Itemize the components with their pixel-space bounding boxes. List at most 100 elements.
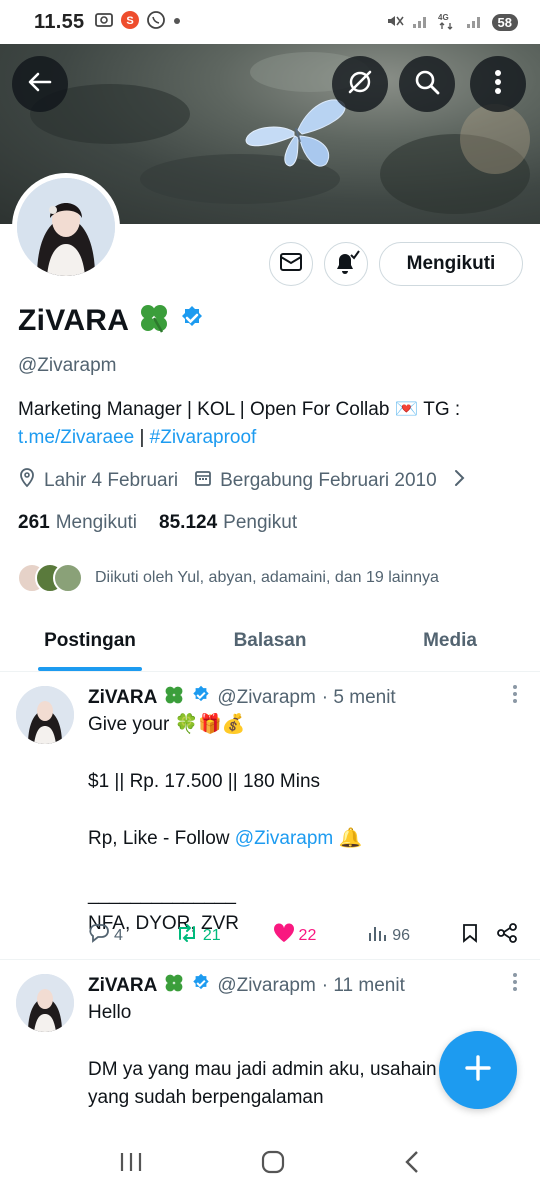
- more-vertical-icon: [512, 685, 518, 709]
- views-count: 96: [392, 926, 411, 944]
- tab-posts[interactable]: Postingan: [0, 610, 180, 671]
- bio-hashtag-link[interactable]: #Zivaraproof: [150, 427, 257, 448]
- svg-text:4G: 4G: [438, 13, 449, 22]
- bell-check-icon: [332, 249, 360, 280]
- post-author-name[interactable]: ZiVARA: [88, 975, 157, 997]
- post-extra-actions: [462, 922, 518, 949]
- chevron-right-icon[interactable]: [453, 469, 465, 493]
- message-button[interactable]: [269, 242, 313, 286]
- profile-name-row: ZiVARA: [18, 301, 205, 340]
- post-line: Hello: [88, 1002, 132, 1023]
- verified-badge-icon: [191, 685, 211, 711]
- compose-post-button[interactable]: [439, 1031, 517, 1109]
- home-button[interactable]: [260, 1149, 286, 1180]
- svg-text:S: S: [127, 15, 134, 27]
- reply-button[interactable]: 4: [88, 923, 123, 948]
- post-more-button[interactable]: [512, 972, 518, 998]
- system-icons: 4G 58: [386, 12, 518, 33]
- calendar-icon: [194, 469, 212, 493]
- post-mention-link[interactable]: @Zivarapm: [235, 828, 333, 849]
- like-button[interactable]: 22: [273, 923, 316, 948]
- profile-handle: @Zivarapm: [18, 355, 117, 376]
- joined-text: Bergabung Februari 2010: [220, 470, 437, 491]
- reply-count: 4: [114, 926, 123, 944]
- post-avatar[interactable]: [16, 686, 74, 744]
- clover-icon: [137, 301, 171, 340]
- post-text: Give your 🍀🎁💰 $1 || Rp. 17.500 || 180 Mi…: [88, 711, 528, 938]
- share-icon[interactable]: [496, 922, 518, 949]
- post-time: · 11 menit: [321, 975, 405, 996]
- post-avatar[interactable]: [16, 974, 74, 1032]
- post-line: $1 || Rp. 17.500 || 180 Mins: [88, 770, 321, 792]
- reply-icon: [88, 923, 110, 948]
- system-navigation-bar: [0, 1128, 540, 1200]
- tab-media[interactable]: Media: [360, 610, 540, 671]
- verified-badge-icon: [191, 973, 211, 999]
- post-line: Rp, Like - Follow @Zivarapm 🔔: [88, 827, 363, 849]
- back-nav-button[interactable]: [402, 1149, 422, 1180]
- grok-icon: [345, 67, 375, 102]
- network-4g-icon: 4G: [438, 12, 458, 33]
- search-icon: [413, 68, 441, 101]
- post-line: Give your 🍀🎁💰: [88, 714, 246, 735]
- location-pin-icon: [18, 468, 36, 494]
- bio-link-telegram[interactable]: t.me/Zivaraee: [18, 427, 134, 448]
- mute-icon: [386, 12, 404, 33]
- more-vertical-icon: [512, 973, 518, 997]
- signal-icon-2: [466, 13, 484, 32]
- tab-replies[interactable]: Balasan: [180, 610, 360, 671]
- repost-button[interactable]: 21: [175, 923, 221, 948]
- follow-stats: 261 Mengikuti 85.124 Pengikut: [18, 512, 297, 534]
- following-stat[interactable]: 261 Mengikuti: [18, 512, 137, 534]
- followed-by-row[interactable]: Diikuti oleh Yul, abyan, adamaini, dan 1…: [17, 563, 439, 593]
- signal-icon: [412, 13, 430, 32]
- post-author-name[interactable]: ZiVARA: [88, 687, 157, 709]
- followed-by-text: Diikuti oleh Yul, abyan, adamaini, dan 1…: [95, 569, 439, 586]
- post-item[interactable]: ZiVARA @Zivarapm · 5 menit Give your 🍀🎁💰…: [0, 672, 540, 960]
- notification-icons: S: [94, 10, 182, 35]
- dot-icon: [172, 13, 182, 31]
- shopee-icon: S: [120, 10, 140, 35]
- post-author-handle: @Zivarapm: [217, 687, 316, 708]
- back-button[interactable]: [12, 56, 68, 112]
- bio-separator: |: [139, 427, 145, 448]
- verified-badge-icon[interactable]: [179, 305, 205, 336]
- post-author-handle: @Zivarapm: [217, 975, 316, 996]
- clover-icon: [163, 972, 185, 1000]
- profile-bio: Marketing Manager | KOL | Open For Colla…: [18, 396, 528, 452]
- views-icon: [368, 924, 388, 947]
- views-button[interactable]: 96: [368, 924, 410, 947]
- butterfly-image: [245, 99, 346, 167]
- post-header: ZiVARA @Zivarapm · 11 menit: [88, 972, 405, 1000]
- clover-icon: [163, 684, 185, 712]
- display-name: ZiVARA: [18, 303, 130, 337]
- birthday-item: Lahir 4 Februari: [18, 468, 178, 494]
- profile-avatar[interactable]: [12, 173, 120, 281]
- more-options-button[interactable]: [470, 56, 526, 112]
- birthday-text: Lahir 4 Februari: [44, 470, 179, 491]
- status-time: 11.55: [34, 10, 85, 33]
- profile-tabs: Postingan Balasan Media: [0, 610, 540, 672]
- search-button[interactable]: [399, 56, 455, 112]
- post-line: ______________: [88, 884, 236, 906]
- following-button[interactable]: Mengikuti: [379, 242, 523, 286]
- followers-stat[interactable]: 85.124 Pengikut: [159, 512, 297, 534]
- arrow-left-icon: [26, 68, 54, 101]
- grok-button[interactable]: [332, 56, 388, 112]
- repost-count: 21: [202, 926, 221, 944]
- status-bar: 11.55 S 4G 58: [0, 0, 540, 44]
- post-actions: 4 21 22 96: [88, 922, 518, 949]
- profile-meta: Lahir 4 Februari Bergabung Februari 2010: [18, 468, 465, 494]
- notifications-button[interactable]: [324, 242, 368, 286]
- bio-text: Marketing Manager | KOL | Open For Colla…: [18, 399, 461, 420]
- post-time: · 5 menit: [321, 687, 396, 708]
- recent-apps-button[interactable]: [118, 1151, 144, 1178]
- bookmark-icon[interactable]: [462, 923, 478, 948]
- whatsapp-icon: [146, 10, 166, 35]
- more-vertical-icon: [494, 68, 502, 101]
- avatar-image: [17, 178, 115, 276]
- post-more-button[interactable]: [512, 684, 518, 710]
- post-header: ZiVARA @Zivarapm · 5 menit: [88, 684, 396, 712]
- plus-icon: [463, 1053, 493, 1088]
- follower-avatar: [53, 563, 83, 593]
